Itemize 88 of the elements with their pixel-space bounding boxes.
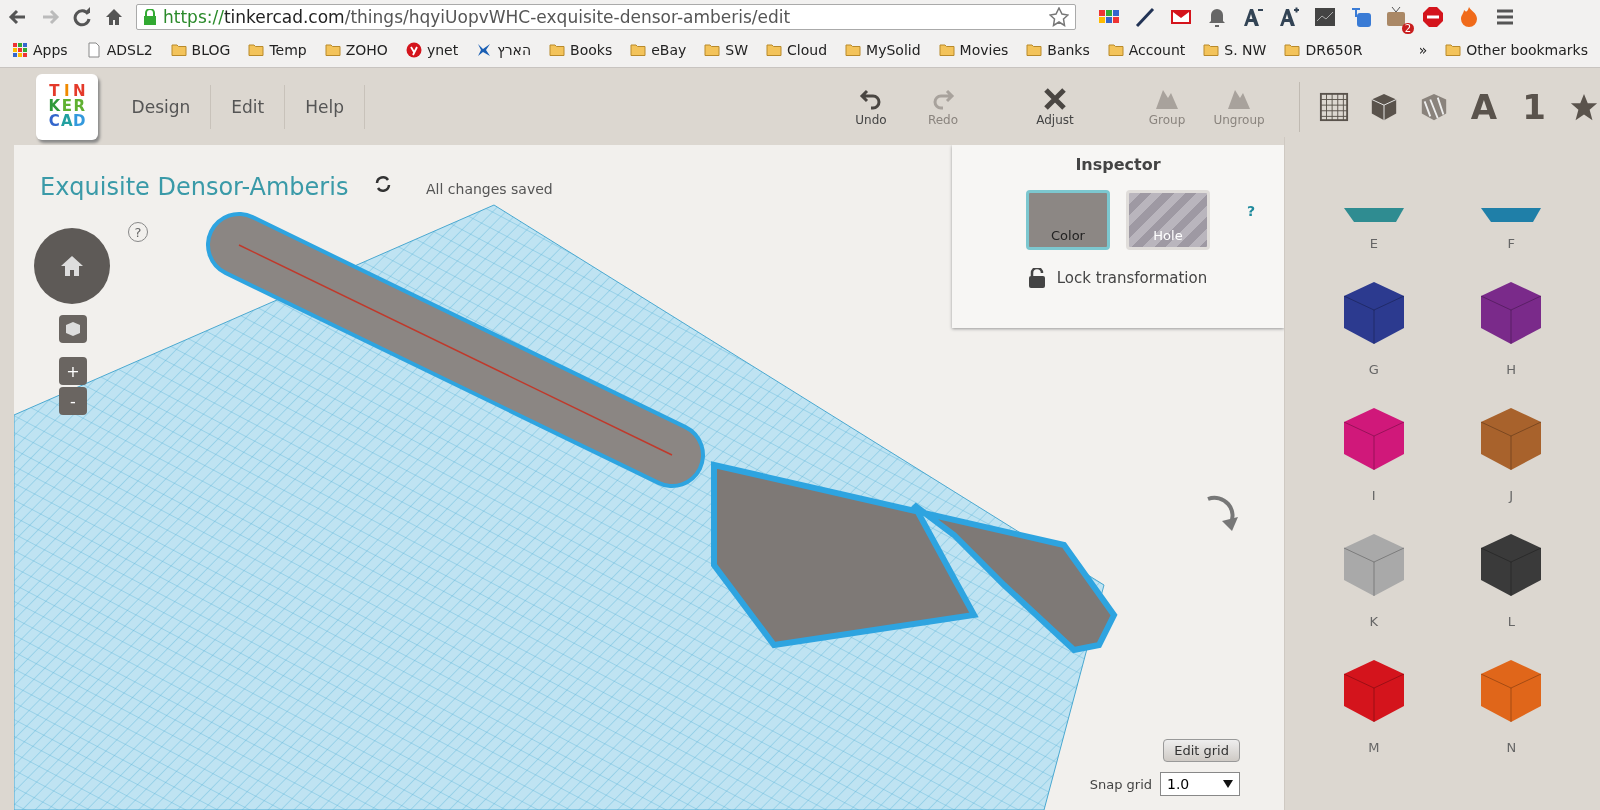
folder-icon (704, 42, 721, 58)
bookmark-item[interactable]: Temp (246, 40, 309, 60)
folder-icon (1445, 42, 1462, 58)
tinkercad-logo[interactable]: T I N KE R CAD (36, 73, 98, 140)
wrench-handle-drawing[interactable] (206, 212, 705, 488)
menu-item[interactable]: Design (111, 84, 212, 129)
site-icon (476, 42, 493, 58)
toolbar-button[interactable]: Adjust (1019, 85, 1091, 128)
shape-label: N (1506, 740, 1517, 755)
lock-icon (143, 8, 157, 25)
shape-label: K (1369, 614, 1378, 629)
bookmark-item[interactable]: MySolid (843, 40, 923, 60)
bookmark-item[interactable]: Apps (10, 40, 70, 60)
reload-icon[interactable] (72, 6, 92, 27)
category-button[interactable]: 1 (1518, 90, 1550, 123)
zoom-out-button[interactable]: - (59, 387, 87, 415)
edit-grid-button[interactable]: Edit grid (1163, 739, 1240, 762)
site-icon (405, 42, 422, 58)
bookmark-star-icon[interactable] (1049, 6, 1069, 27)
bookmark-item[interactable]: Banks (1024, 40, 1092, 60)
flame-icon[interactable] (1458, 5, 1480, 28)
design-canvas[interactable]: Exquisite Densor-Amberis All changes saved ? + - Inspector Color Hole ? Lock transformation Edit grid Snap grid 1.0 (14, 145, 1284, 810)
bookmark-item[interactable]: eBay (628, 40, 689, 60)
adblock-icon[interactable] (1422, 5, 1444, 28)
bookmark-item[interactable]: BLOG (168, 40, 233, 60)
shape-label: F (1507, 236, 1515, 251)
folder-icon (630, 42, 647, 58)
shape-label: G (1368, 362, 1379, 377)
shape-label: M (1368, 740, 1380, 755)
address-bar[interactable]: https://tinkercad.com/things/hqyiUopvWHC-exquisite-densor-amberis/edit (136, 3, 1076, 30)
inspector-title: Inspector (1075, 155, 1161, 174)
bookmark-item[interactable]: ADSL2 (83, 40, 155, 60)
menu-item[interactable]: Edit (211, 84, 286, 129)
shape-label: E (1369, 236, 1378, 251)
bookmark-item[interactable]: הארץ (474, 40, 534, 60)
chart-icon[interactable] (1314, 5, 1336, 28)
dropdown-arrow-icon (1223, 780, 1233, 788)
more-bookmarks-button[interactable]: » (1416, 40, 1430, 60)
help-button[interactable]: ? (128, 222, 148, 242)
bookmark-item[interactable]: DR650R (1282, 40, 1365, 60)
bookmark-item[interactable]: ynet (403, 40, 461, 60)
folder-icon (324, 42, 341, 58)
folder-icon (248, 42, 265, 58)
page-icon (85, 42, 102, 58)
bookmark-item[interactable]: Other bookmarks (1443, 40, 1590, 60)
help-button[interactable]: ? (1247, 203, 1256, 219)
color-swatch[interactable]: Color (1026, 190, 1110, 250)
bookmark-item[interactable]: ZOHO (322, 40, 390, 60)
sync-icon (374, 175, 392, 193)
shape-label: J (1509, 488, 1514, 503)
bookmark-item[interactable]: SW (702, 40, 751, 60)
bookmark-item[interactable]: Account (1105, 40, 1188, 60)
unlock-icon[interactable] (1028, 268, 1045, 288)
home-icon[interactable] (104, 6, 124, 27)
bookmark-item[interactable]: Books (547, 40, 615, 60)
folder-icon (1107, 42, 1124, 58)
snap-grid-label: Snap grid (1089, 776, 1152, 792)
pen-icon[interactable] (1134, 5, 1156, 28)
folder-icon (845, 42, 862, 58)
folder-icon (1284, 42, 1301, 58)
notification-badge: 2 (1401, 22, 1414, 34)
zoom-in-button[interactable]: + (59, 357, 87, 385)
shape-label: L (1507, 614, 1515, 629)
font-larger-icon[interactable] (1278, 5, 1300, 28)
folder-icon (1203, 42, 1220, 58)
folder-icon (938, 42, 955, 58)
bookmark-item[interactable]: Movies (936, 40, 1011, 60)
wrench-head-drawing[interactable] (711, 461, 1118, 654)
translate-icon[interactable] (1350, 5, 1372, 28)
shape-label: H (1506, 362, 1517, 377)
folder-icon (766, 42, 783, 58)
folder-icon (549, 42, 566, 58)
cube-icon (65, 321, 81, 337)
shape-label: I (1371, 488, 1376, 503)
snap-grid-dropdown[interactable]: 1.0 (1160, 772, 1240, 796)
lock-label: Lock transformation (1056, 269, 1208, 287)
grid-icon[interactable] (1318, 90, 1350, 123)
folder-icon (170, 42, 187, 58)
apps-grid-icon (12, 42, 28, 58)
save-status: All changes saved (426, 181, 553, 197)
folder-icon (1026, 42, 1043, 58)
home-icon[interactable] (60, 255, 84, 277)
category-button[interactable]: A (1468, 90, 1500, 123)
bookmark-item[interactable]: Cloud (764, 40, 830, 60)
toolbar-button[interactable]: Undo (835, 85, 907, 128)
view-cube-button[interactable] (59, 315, 87, 343)
menu-item[interactable]: Help (285, 84, 365, 129)
bookmark-item[interactable]: S. NW (1201, 40, 1269, 60)
